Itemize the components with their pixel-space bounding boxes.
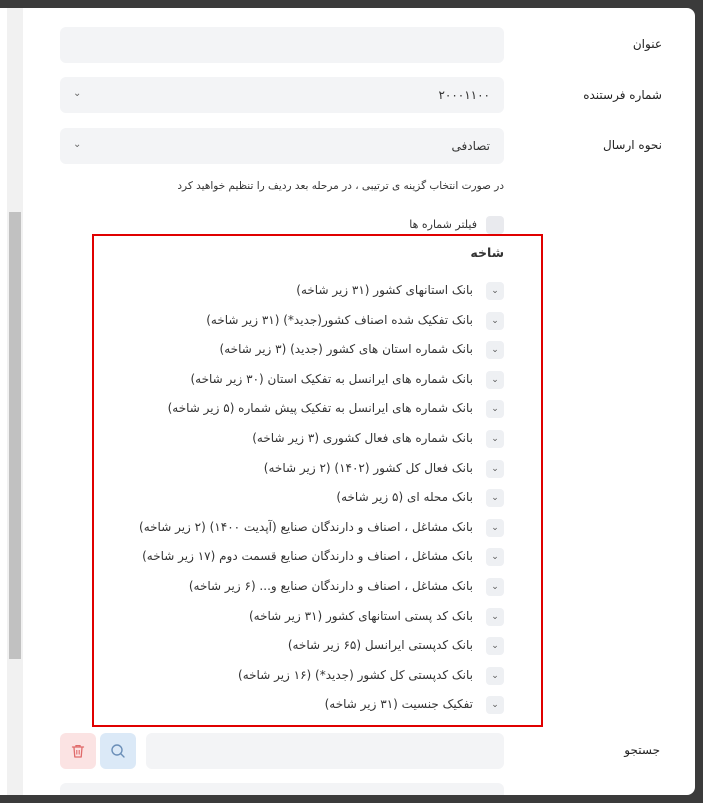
tree-item[interactable]: ⌄ بانک کدپستی کل کشور (جدید*) (۱۶ زیر شاخ… — [100, 666, 504, 686]
chevron-down-icon[interactable]: ⌄ — [486, 637, 504, 655]
tree-item-label: بانک کدپستی کل کشور (جدید*) (۱۶ زیر شاخه… — [238, 668, 473, 682]
tree-item[interactable]: ⌄ بانک استانهای کشور (۳۱ زیر شاخه) — [100, 281, 504, 301]
tree-item[interactable]: ⌄ بانک تفکیک شده اصناف کشور(جدید*) (۳۱ زی… — [100, 311, 504, 331]
chevron-down-icon: ⌄ — [73, 88, 82, 99]
filter-numbers-checkbox-row[interactable]: فیلتر شماره ها — [340, 216, 504, 234]
chevron-down-icon[interactable]: ⌄ — [486, 519, 504, 537]
chevron-down-icon[interactable]: ⌄ — [486, 696, 504, 714]
tree-item[interactable]: ⌄ بانک مشاغل ، اصناف و دارندگان صنایع (آپ… — [100, 518, 504, 538]
chevron-down-icon[interactable]: ⌄ — [486, 430, 504, 448]
tree-item-label: بانک مشاغل ، اصناف و دارندگان صنایع و...… — [188, 579, 473, 593]
sender-number-label: شماره فرستنده — [583, 88, 662, 102]
tree-item[interactable]: ⌄ بانک مشاغل ، اصناف و دارندگان صنایع قسم… — [100, 547, 504, 567]
send-mode-label: نحوه ارسال — [603, 138, 662, 152]
tree-item-label: بانک فعال کل کشور (۱۴۰۲) (۲ زیر شاخه) — [263, 461, 473, 475]
send-mode-select[interactable]: تصادفی ⌄ — [60, 128, 504, 164]
search-label: جستجو — [624, 743, 660, 757]
tree-item-label: بانک محله ای (۵ زیر شاخه) — [336, 490, 473, 504]
tree-item-label: بانک تفکیک شده اصناف کشور(جدید*) (۳۱ زیر… — [206, 313, 473, 327]
tree-item[interactable]: ⌄ بانک شماره های فعال کشوری (۳ زیر شاخه) — [100, 429, 504, 449]
tree-item-label: بانک کدپستی ایرانسل (۶۵ زیر شاخه) — [287, 638, 473, 652]
chevron-down-icon: ⌄ — [73, 139, 82, 150]
branch-title: شاخه — [470, 245, 504, 260]
send-mode-hint: در صورت انتخاب گزینه ی ترتیبی ، در مرحله… — [177, 180, 504, 192]
chevron-down-icon[interactable]: ⌄ — [486, 608, 504, 626]
chevron-down-icon[interactable]: ⌄ — [486, 548, 504, 566]
filter-numbers-checkbox[interactable] — [486, 216, 504, 234]
tree-item-label: بانک شماره های ایرانسل به تفکیک استان (۳… — [190, 372, 473, 386]
tree-item-label: بانک شماره های ایرانسل به تفکیک پیش شمار… — [167, 401, 473, 415]
chevron-down-icon[interactable]: ⌄ — [486, 667, 504, 685]
tree-item-label: تفکیک جنسیت (۳۱ زیر شاخه) — [324, 697, 473, 711]
chevron-down-icon[interactable]: ⌄ — [486, 578, 504, 596]
tree-item-label: بانک کد پستی استانهای کشور (۳۱ زیر شاخه) — [248, 609, 473, 623]
tree-item-label: بانک استانهای کشور (۳۱ زیر شاخه) — [296, 283, 473, 297]
tree-item[interactable]: ⌄ بانک کدپستی ایرانسل (۶۵ زیر شاخه) — [100, 636, 504, 656]
form-panel: عنوان شماره فرستنده ۲۰۰۰۱۱۰۰ ⌄ نحوه ارسا… — [0, 8, 695, 795]
tree-item-label: بانک شماره استان های کشور (جدید) (۳ زیر … — [219, 342, 473, 356]
tree-item-label: بانک شماره های فعال کشوری (۳ زیر شاخه) — [252, 431, 473, 445]
tree-item[interactable]: ⌄ بانک محله ای (۵ زیر شاخه) — [100, 488, 504, 508]
send-mode-value: تصادفی — [451, 139, 490, 153]
tree-item[interactable]: ⌄ بانک شماره استان های کشور (جدید) (۳ زیر… — [100, 340, 504, 360]
chevron-down-icon[interactable]: ⌄ — [486, 312, 504, 330]
tree-item-label: بانک مشاغل ، اصناف و دارندگان صنایع (آپد… — [139, 520, 473, 534]
chevron-down-icon[interactable]: ⌄ — [486, 460, 504, 478]
tree-item[interactable]: ⌄ بانک شماره های ایرانسل به تفکیک پیش شما… — [100, 399, 504, 419]
tree-item-label: بانک مشاغل ، اصناف و دارندگان صنایع قسمت… — [142, 549, 473, 563]
delete-button[interactable] — [60, 733, 96, 769]
chevron-down-icon[interactable]: ⌄ — [486, 282, 504, 300]
chevron-down-icon[interactable]: ⌄ — [486, 341, 504, 359]
chevron-down-icon[interactable]: ⌄ — [486, 489, 504, 507]
next-field[interactable] — [60, 783, 504, 795]
chevron-down-icon[interactable]: ⌄ — [486, 400, 504, 418]
search-button[interactable] — [100, 733, 136, 769]
filter-numbers-label: فیلتر شماره ها — [409, 218, 477, 231]
title-input[interactable] — [60, 27, 504, 63]
tree-item[interactable]: ⌄ بانک فعال کل کشور (۱۴۰۲) (۲ زیر شاخه) — [100, 459, 504, 479]
search-input[interactable] — [146, 733, 504, 769]
tree-item[interactable]: ⌄ بانک شماره های ایرانسل به تفکیک استان (… — [100, 370, 504, 390]
sender-number-value: ۲۰۰۰۱۱۰۰ — [438, 88, 490, 102]
tree-item[interactable]: ⌄ بانک مشاغل ، اصناف و دارندگان صنایع و..… — [100, 577, 504, 597]
tree-item[interactable]: ⌄ تفکیک جنسیت (۳۱ زیر شاخه) — [100, 695, 504, 715]
chevron-down-icon[interactable]: ⌄ — [486, 371, 504, 389]
sender-number-select[interactable]: ۲۰۰۰۱۱۰۰ ⌄ — [60, 77, 504, 113]
search-icon — [111, 744, 125, 758]
tree-item[interactable]: ⌄ بانک کد پستی استانهای کشور (۳۱ زیر شاخه… — [100, 607, 504, 627]
title-label: عنوان — [632, 37, 662, 51]
trash-icon — [71, 744, 85, 758]
scrollbar-thumb[interactable] — [9, 212, 21, 659]
